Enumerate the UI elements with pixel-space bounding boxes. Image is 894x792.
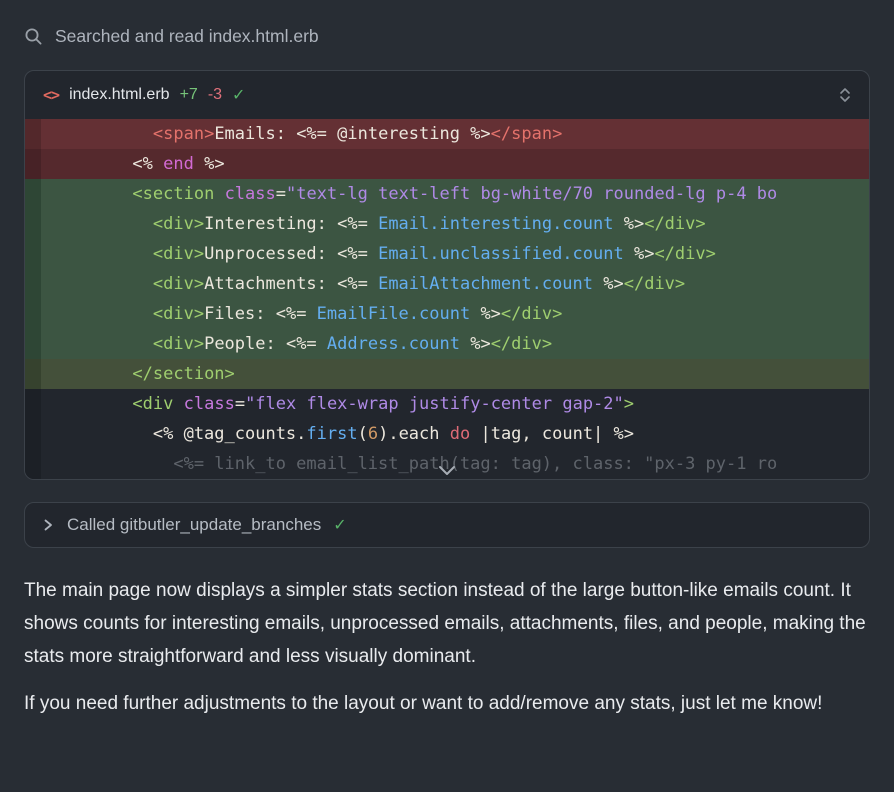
diff-line-gutter [25, 209, 41, 239]
diff-line-gutter [25, 149, 41, 179]
chevron-down-icon[interactable] [438, 465, 456, 476]
diff-line: <div>Interesting: <%= Email.interesting.… [25, 209, 869, 239]
diff-line: <% @tag_counts.first(6).each do |tag, co… [25, 419, 869, 449]
diff-line-gutter [25, 119, 41, 149]
search-icon [24, 27, 43, 46]
diff-card-header[interactable]: <> index.html.erb +7 -3 ✓ [25, 71, 869, 119]
diff-line: <% end %> [25, 149, 869, 179]
diff-card: <> index.html.erb +7 -3 ✓ <span>Emails: … [24, 70, 870, 480]
tool-status-row[interactable]: Searched and read index.html.erb [24, 22, 870, 50]
diff-success-check-icon: ✓ [232, 85, 245, 105]
diff-line: <span>Emails: <%= @interesting %></span> [25, 119, 869, 149]
chevron-right-icon [41, 518, 55, 532]
diff-line-gutter [25, 269, 41, 299]
diff-line-gutter [25, 179, 41, 209]
diff-additions: +7 [180, 86, 198, 104]
diff-line: <div>Unprocessed: <%= Email.unclassified… [25, 239, 869, 269]
diff-filename: index.html.erb [69, 86, 170, 104]
tool-call-label: Called gitbutler_update_branches [67, 515, 321, 535]
code-file-icon: <> [43, 86, 59, 104]
diff-line: <div>Files: <%= EmailFile.count %></div> [25, 299, 869, 329]
tool-status-label: Searched and read index.html.erb [55, 26, 319, 47]
diff-line-gutter [25, 419, 41, 449]
diff-line-gutter [25, 449, 41, 479]
diff-line-gutter [25, 299, 41, 329]
diff-line: <div>Attachments: <%= EmailAttachment.co… [25, 269, 869, 299]
diff-line: <div>People: <%= Address.count %></div> [25, 329, 869, 359]
diff-code-block: <span>Emails: <%= @interesting %></span>… [25, 119, 869, 479]
message-paragraph: The main page now displays a simpler sta… [24, 574, 870, 673]
diff-line-gutter [25, 359, 41, 389]
diff-line-gutter [25, 239, 41, 269]
tool-call-row[interactable]: Called gitbutler_update_branches ✓ [24, 502, 870, 548]
tool-call-check-icon: ✓ [333, 515, 346, 535]
diff-line: <section class="text-lg text-left bg-whi… [25, 179, 869, 209]
expand-collapse-icon[interactable] [835, 83, 855, 107]
diff-line-gutter [25, 389, 41, 419]
assistant-message: The main page now displays a simpler sta… [24, 574, 870, 720]
diff-deletions: -3 [208, 86, 222, 104]
diff-line: <div class="flex flex-wrap justify-cente… [25, 389, 869, 419]
diff-line-gutter [25, 329, 41, 359]
diff-line: </section> [25, 359, 869, 389]
message-paragraph: If you need further adjustments to the l… [24, 687, 870, 720]
